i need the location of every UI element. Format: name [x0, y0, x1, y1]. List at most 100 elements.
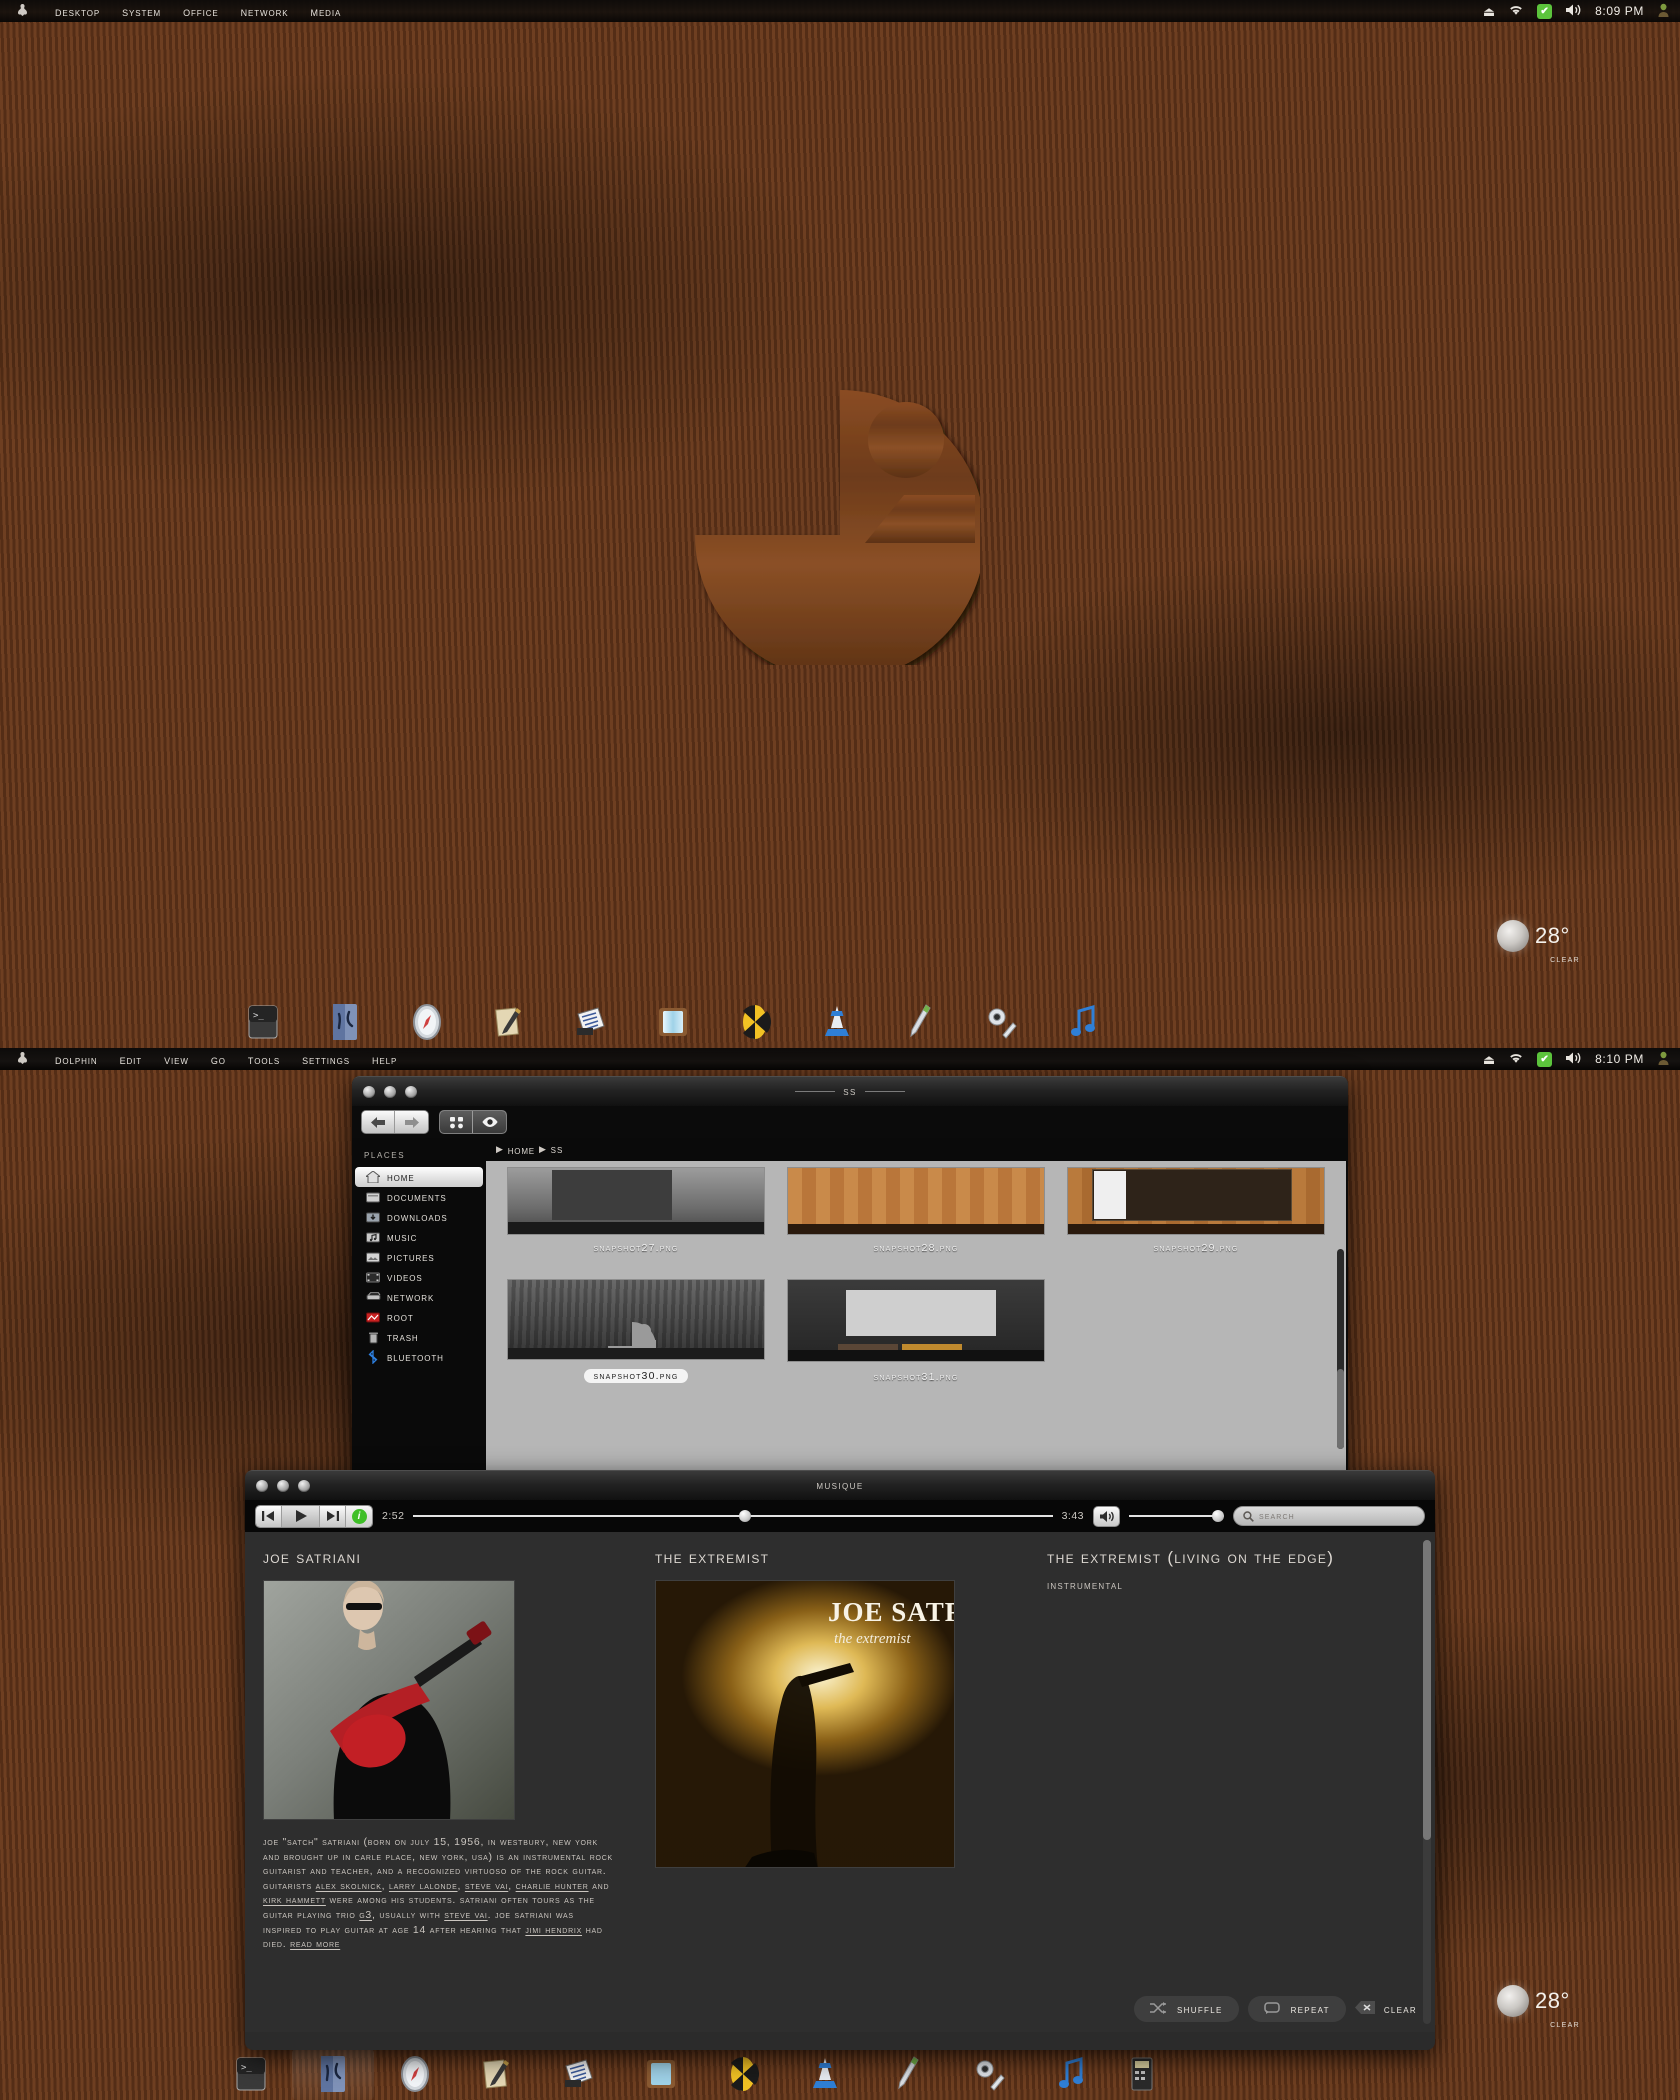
- dock-item-archive-burner-2[interactable]: [702, 2048, 784, 2100]
- dock-item-paintbrush-2[interactable]: [866, 2048, 948, 2100]
- place-trash[interactable]: Trash: [355, 1327, 483, 1347]
- menu-settings[interactable]: Settings: [291, 1050, 361, 1069]
- eject-icon-2[interactable]: ⏏: [1483, 1053, 1495, 1066]
- weather-widget-top[interactable]: 28°: [1497, 920, 1570, 952]
- menu-network[interactable]: Network: [230, 2, 300, 21]
- file-item[interactable]: snapshot30.png: [496, 1275, 776, 1383]
- volume-icon[interactable]: [1565, 3, 1582, 19]
- musique-scrollbar[interactable]: [1423, 1540, 1431, 2024]
- dock-item-system-settings[interactable]: [960, 996, 1042, 1048]
- bio-link-steve-vai-2[interactable]: Steve Vai: [444, 1909, 487, 1921]
- file-item[interactable]: snapshot29.png: [1056, 1167, 1336, 1275]
- menu-edit[interactable]: Edit: [109, 1050, 154, 1069]
- wifi-icon[interactable]: [1508, 4, 1524, 18]
- menu-desktop[interactable]: Desktop: [44, 2, 111, 21]
- bio-link-charlie-hunter[interactable]: Charlie Hunter: [516, 1880, 589, 1892]
- dock-item-system-settings-2[interactable]: [948, 2048, 1030, 2100]
- dock-item-vlc-media[interactable]: [796, 996, 878, 1048]
- place-network[interactable]: Network: [355, 1287, 483, 1307]
- place-home[interactable]: Home: [355, 1167, 483, 1187]
- read-more-link[interactable]: Read more: [290, 1938, 340, 1950]
- weather-widget-bottom[interactable]: 28°: [1497, 1985, 1570, 2017]
- minimize-button[interactable]: [384, 1085, 396, 1098]
- distro-logo-icon[interactable]: [0, 3, 44, 20]
- speaker-icon[interactable]: [1093, 1505, 1120, 1527]
- file-grid[interactable]: snapshot27.png snapshot28.png snapshot29…: [486, 1161, 1346, 1476]
- place-downloads[interactable]: Downloads: [355, 1207, 483, 1227]
- next-icon[interactable]: [320, 1505, 346, 1527]
- menu-system[interactable]: System: [111, 2, 172, 21]
- dock-item-terminal-2[interactable]: >_: [210, 2048, 292, 2100]
- file-item[interactable]: snapshot27.png: [496, 1167, 776, 1275]
- menu-media[interactable]: Media: [300, 2, 353, 21]
- dock-item-newspaper[interactable]: [550, 996, 632, 1048]
- dock-item-tv-video[interactable]: [632, 996, 714, 1048]
- status-check-icon[interactable]: ✔: [1537, 3, 1553, 19]
- window-controls[interactable]: [352, 1085, 417, 1098]
- menu-dolphin[interactable]: Dolphin: [44, 1050, 109, 1069]
- info-icon[interactable]: i: [346, 1505, 372, 1527]
- wifi-icon-2[interactable]: [1508, 1052, 1524, 1066]
- musique-scrollbar-thumb[interactable]: [1423, 1540, 1431, 1840]
- place-videos[interactable]: Videos: [355, 1267, 483, 1287]
- play-icon[interactable]: [282, 1505, 320, 1527]
- repeat-button[interactable]: Repeat: [1247, 1996, 1346, 2022]
- dock-item-text-editor-2[interactable]: [456, 2048, 538, 2100]
- preview-eye-icon[interactable]: [473, 1111, 506, 1133]
- dock-item-file-manager[interactable]: [304, 996, 386, 1048]
- dock-item-web-browser[interactable]: [386, 996, 468, 1048]
- breadcrumb-home[interactable]: Home: [508, 1143, 535, 1157]
- menu-view[interactable]: View: [153, 1050, 200, 1069]
- dock-item-file-manager-2[interactable]: [292, 2048, 374, 2100]
- bio-link-alex-skolnick[interactable]: Alex Skolnick: [316, 1880, 382, 1892]
- close-button[interactable]: [256, 1479, 268, 1492]
- dock-item-calculator[interactable]: [1112, 2048, 1172, 2100]
- dock-item-tv-video-2[interactable]: [620, 2048, 702, 2100]
- bio-link-jimi-hendrix[interactable]: Jimi Hendrix: [525, 1924, 582, 1936]
- dock-item-text-editor[interactable]: [468, 996, 550, 1048]
- clock[interactable]: 8:09 PM: [1595, 4, 1644, 18]
- forward-arrow-icon[interactable]: [395, 1111, 428, 1133]
- clock-2[interactable]: 8:10 PM: [1595, 1052, 1644, 1066]
- distro-logo-icon-2[interactable]: [0, 1051, 44, 1068]
- minimize-button[interactable]: [277, 1479, 289, 1492]
- file-item[interactable]: snapshot31.png: [776, 1275, 1056, 1383]
- volume-slider[interactable]: [1129, 1509, 1224, 1523]
- place-root[interactable]: Root: [355, 1307, 483, 1327]
- maximize-button[interactable]: [405, 1085, 417, 1098]
- previous-icon[interactable]: [256, 1505, 282, 1527]
- menu-tools[interactable]: Tools: [237, 1050, 291, 1069]
- dock-item-music-notes-2[interactable]: [1030, 2048, 1112, 2100]
- menu-go[interactable]: Go: [200, 1050, 237, 1069]
- menu-office[interactable]: Office: [172, 2, 230, 21]
- dolphin-titlebar[interactable]: ss: [352, 1076, 1348, 1106]
- dock-item-terminal[interactable]: >_: [222, 996, 304, 1048]
- file-name[interactable]: snapshot31.png: [873, 1371, 958, 1383]
- volume-handle[interactable]: [1212, 1510, 1224, 1522]
- place-music[interactable]: Music: [355, 1227, 483, 1247]
- menu-help[interactable]: Help: [361, 1050, 408, 1069]
- shuffle-button[interactable]: Shuffle: [1134, 1996, 1239, 2022]
- user-icon-2[interactable]: [1657, 1051, 1670, 1068]
- dock-item-paintbrush[interactable]: [878, 996, 960, 1048]
- musique-window-controls[interactable]: [245, 1479, 310, 1492]
- maximize-button[interactable]: [298, 1479, 310, 1492]
- seek-handle[interactable]: [739, 1510, 752, 1522]
- dock-item-newspaper-2[interactable]: [538, 2048, 620, 2100]
- file-name[interactable]: snapshot27.png: [593, 1242, 678, 1254]
- status-check-icon-2[interactable]: ✔: [1537, 1051, 1553, 1067]
- search-input[interactable]: Search: [1233, 1506, 1425, 1526]
- place-pictures[interactable]: Pictures: [355, 1247, 483, 1267]
- bio-link-kirk-hammett[interactable]: Kirk Hammett: [263, 1894, 326, 1906]
- musique-window[interactable]: Musique i 2:52 3: [245, 1470, 1435, 2050]
- file-name[interactable]: snapshot29.png: [1153, 1242, 1238, 1254]
- place-documents[interactable]: Documents: [355, 1187, 483, 1207]
- file-pane-scrollbar[interactable]: [1337, 1249, 1344, 1449]
- place-bluetooth[interactable]: Bluetooth: [355, 1347, 483, 1367]
- bio-link-steve-vai[interactable]: Steve Vai: [465, 1880, 508, 1892]
- dock-item-vlc-media-2[interactable]: [784, 2048, 866, 2100]
- dock-item-music-notes[interactable]: [1042, 996, 1124, 1048]
- dock-item-archive-burner[interactable]: [714, 996, 796, 1048]
- breadcrumb-ss[interactable]: ss: [551, 1144, 564, 1156]
- volume-icon-2[interactable]: [1565, 1051, 1582, 1067]
